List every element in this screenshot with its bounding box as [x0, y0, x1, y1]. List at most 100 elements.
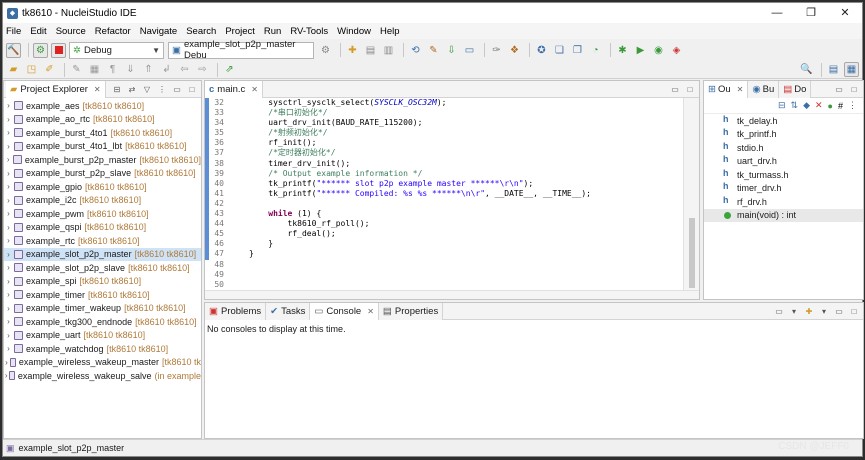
- maximize-button[interactable]: ❐: [794, 3, 828, 23]
- settings-icon[interactable]: ✪: [534, 43, 549, 58]
- chevron-right-icon[interactable]: ›: [4, 358, 9, 367]
- edit-icon[interactable]: ✎: [69, 62, 84, 77]
- prev-annotation-icon[interactable]: ⇑: [141, 62, 156, 77]
- tab-console[interactable]: ▭ Console ✕: [310, 302, 379, 320]
- tree-item[interactable]: › example_burst_p2p_slave [tk8610 tk8610]: [4, 167, 201, 181]
- tree-item[interactable]: › example_burst_p2p_master [tk8610 tk8610]: [4, 153, 201, 167]
- c-perspective-icon[interactable]: ▦: [844, 62, 859, 77]
- tree-item[interactable]: › example_wireless_wakeup_master [tk8610 t…: [4, 356, 201, 370]
- link-icon[interactable]: ⟲: [408, 43, 423, 58]
- tree-item[interactable]: › example_burst_4to1_lbt [tk8610 tk8610]: [4, 140, 201, 154]
- chevron-right-icon[interactable]: ›: [4, 155, 12, 164]
- pilcrow-icon[interactable]: ¶: [105, 62, 120, 77]
- debug-run-icon[interactable]: ✱: [615, 43, 630, 58]
- collapse-icon[interactable]: ⊟: [778, 100, 786, 111]
- tab-build-targets[interactable]: ◉ Bu: [748, 80, 780, 98]
- next-annotation-icon[interactable]: ⇓: [123, 62, 138, 77]
- close-icon[interactable]: ✕: [251, 85, 258, 94]
- tree-item[interactable]: › example_burst_4to1 [tk8610 tk8610]: [4, 126, 201, 140]
- outline-include-item[interactable]: timer_drv.h: [704, 181, 863, 196]
- download-icon[interactable]: ⇩: [444, 43, 459, 58]
- tab-properties[interactable]: ▤ Properties: [378, 302, 444, 320]
- tree-item[interactable]: › example_pwm [tk8610 tk8610]: [4, 207, 201, 221]
- menu-search[interactable]: Search: [186, 26, 216, 37]
- view-menu-icon[interactable]: ⋮: [848, 100, 857, 111]
- open-terminal-icon[interactable]: ⇗: [222, 62, 237, 77]
- outline-include-item[interactable]: uart_drv.h: [704, 154, 863, 169]
- menu-rv-tools[interactable]: RV-Tools: [290, 26, 328, 37]
- last-edit-icon[interactable]: ↲: [159, 62, 174, 77]
- toggle-mark-icon[interactable]: ▦: [87, 62, 102, 77]
- menu-file[interactable]: File: [6, 26, 21, 37]
- new-icon[interactable]: ✚: [345, 43, 360, 58]
- minimize-view-icon[interactable]: ▭: [833, 83, 845, 95]
- menu-refactor[interactable]: Refactor: [95, 26, 131, 37]
- chevron-right-icon[interactable]: ›: [4, 223, 13, 232]
- minimize-view-icon[interactable]: ▭: [171, 83, 183, 95]
- tree-item[interactable]: › example_slot_p2p_slave [tk8610 tk8610]: [4, 261, 201, 275]
- close-icon[interactable]: ✕: [94, 85, 101, 94]
- tree-item[interactable]: › example_spi [tk8610 tk8610]: [4, 275, 201, 289]
- tree-item[interactable]: › example_uart [tk8610 tk8610]: [4, 329, 201, 343]
- vertical-scrollbar[interactable]: [683, 98, 699, 290]
- run-external-icon[interactable]: ◉: [651, 43, 666, 58]
- tree-item[interactable]: › example_slot_p2p_master [tk8610 tk8610]: [4, 247, 201, 261]
- new-project-icon[interactable]: ❏: [552, 43, 567, 58]
- outline-function-main[interactable]: main(void) : int: [704, 208, 863, 222]
- tree-item[interactable]: › example_qspi [tk8610 tk8610]: [4, 221, 201, 235]
- run-icon[interactable]: ▶: [633, 43, 648, 58]
- pin-icon[interactable]: ✑: [489, 43, 504, 58]
- open-console-dropdown-icon[interactable]: ▾: [818, 305, 830, 317]
- chevron-right-icon[interactable]: ›: [4, 196, 13, 205]
- menu-edit[interactable]: Edit: [30, 26, 46, 37]
- chevron-right-icon[interactable]: ›: [4, 250, 13, 259]
- hide-static-icon[interactable]: ✕: [815, 100, 823, 111]
- tree-item[interactable]: › example_watchdog [tk8610 tk8610]: [4, 342, 201, 356]
- display-console-icon[interactable]: ▭: [773, 305, 785, 317]
- chevron-right-icon[interactable]: ›: [4, 169, 13, 178]
- save-all-icon[interactable]: ▥: [381, 43, 396, 58]
- chevron-right-icon[interactable]: ›: [4, 277, 13, 286]
- new-file-icon[interactable]: ❐: [570, 43, 585, 58]
- menu-navigate[interactable]: Navigate: [140, 26, 178, 37]
- tools-icon[interactable]: ✎: [426, 43, 441, 58]
- debug-gear-icon[interactable]: ⚙: [33, 42, 48, 58]
- pin-console-icon[interactable]: ▾: [788, 305, 800, 317]
- minimize-button[interactable]: —: [760, 3, 794, 23]
- sort-icon[interactable]: ⇅: [791, 100, 799, 111]
- outline-include-item[interactable]: stdio.h: [704, 141, 863, 155]
- view-menu-icon[interactable]: ⋮: [156, 83, 168, 95]
- tree-item[interactable]: › example_timer_wakeup [tk8610 tk8610]: [4, 302, 201, 316]
- menu-project[interactable]: Project: [225, 26, 255, 37]
- launch-config-select[interactable]: ▣ example_slot_p2p_master Debu: [168, 39, 314, 61]
- maximize-view-icon[interactable]: □: [186, 83, 198, 95]
- menu-help[interactable]: Help: [380, 26, 400, 37]
- link-editor-icon[interactable]: ⇄: [126, 83, 138, 95]
- packages-icon[interactable]: ❖: [507, 43, 522, 58]
- close-button[interactable]: ✕: [828, 3, 862, 23]
- close-icon[interactable]: ✕: [367, 307, 374, 316]
- tree-item[interactable]: › example_wireless_wakeup_salve (in exampl…: [4, 369, 201, 383]
- chevron-right-icon[interactable]: ›: [4, 128, 13, 137]
- menu-source[interactable]: Source: [56, 26, 86, 37]
- tree-item[interactable]: › example_i2c [tk8610 tk8610]: [4, 194, 201, 208]
- chevron-right-icon[interactable]: ›: [4, 115, 13, 124]
- outline-include-item[interactable]: rf_drv.h: [704, 195, 863, 209]
- stop-icon[interactable]: [51, 42, 66, 58]
- chevron-right-icon[interactable]: ›: [4, 304, 13, 313]
- outline-include-item[interactable]: tk_delay.h: [704, 114, 863, 128]
- tree-item[interactable]: › example_rtc [tk8610 tk8610]: [4, 234, 201, 248]
- chevron-right-icon[interactable]: ›: [4, 263, 13, 272]
- tab-problems[interactable]: ▣ Problems: [205, 302, 267, 320]
- horizontal-scrollbar[interactable]: [205, 290, 699, 299]
- menu-run[interactable]: Run: [264, 26, 281, 37]
- marker-icon[interactable]: ✐: [42, 62, 57, 77]
- external-tools-icon[interactable]: ◈: [669, 43, 684, 58]
- coverage-icon[interactable]: ◔: [588, 43, 603, 58]
- outline-include-item[interactable]: tk_printf.h: [704, 127, 863, 142]
- tree-item[interactable]: › example_gpio [tk8610 tk8610]: [4, 180, 201, 194]
- forward-icon[interactable]: ⇨: [195, 62, 210, 77]
- maximize-view-icon[interactable]: □: [848, 305, 860, 317]
- chevron-right-icon[interactable]: ›: [4, 182, 13, 191]
- open-folder-icon[interactable]: ▰: [6, 62, 21, 77]
